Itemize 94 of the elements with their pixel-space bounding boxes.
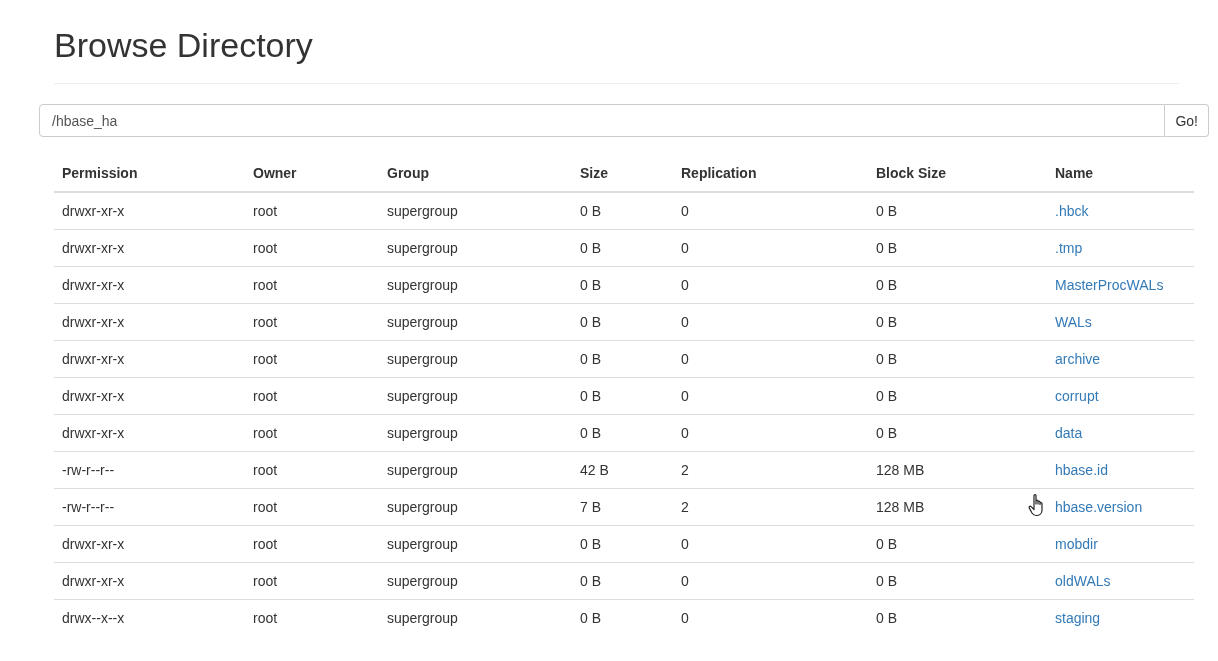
name-link[interactable]: hbase.version bbox=[1055, 499, 1143, 515]
size-cell: 0 B bbox=[580, 573, 601, 589]
replication-cell: 0 bbox=[681, 314, 689, 330]
block-size-cell: 0 B bbox=[876, 388, 897, 404]
name-link[interactable]: oldWALs bbox=[1055, 573, 1111, 589]
owner-cell: root bbox=[253, 351, 278, 367]
permission-cell: drwxr-xr-x bbox=[62, 240, 125, 256]
replication-cell: 0 bbox=[681, 610, 689, 626]
group-cell: supergroup bbox=[387, 573, 458, 589]
block-size-cell: 0 B bbox=[876, 314, 897, 330]
group-cell: supergroup bbox=[387, 536, 458, 552]
owner-cell: root bbox=[253, 610, 278, 626]
size-cell: 0 B bbox=[580, 277, 601, 293]
block-size-cell: 0 B bbox=[876, 351, 897, 367]
size-cell: 42 B bbox=[580, 462, 609, 478]
group-cell: supergroup bbox=[387, 351, 458, 367]
group-cell: supergroup bbox=[387, 240, 458, 256]
size-cell: 0 B bbox=[580, 203, 601, 219]
owner-cell: root bbox=[253, 499, 278, 515]
column-header: Name bbox=[1047, 155, 1194, 192]
name-link[interactable]: data bbox=[1055, 425, 1083, 441]
group-cell: supergroup bbox=[387, 314, 458, 330]
owner-cell: root bbox=[253, 277, 278, 293]
go-button[interactable]: Go! bbox=[1165, 104, 1209, 137]
column-header: Size bbox=[572, 155, 673, 192]
replication-cell: 0 bbox=[681, 536, 689, 552]
owner-cell: root bbox=[253, 314, 278, 330]
name-link[interactable]: mobdir bbox=[1055, 536, 1098, 552]
group-cell: supergroup bbox=[387, 388, 458, 404]
permission-cell: drwxr-xr-x bbox=[62, 573, 125, 589]
permission-cell: drwxr-xr-x bbox=[62, 425, 125, 441]
replication-cell: 0 bbox=[681, 277, 689, 293]
replication-cell: 0 bbox=[681, 351, 689, 367]
path-field[interactable]: /hbase_ha bbox=[39, 104, 1166, 137]
permission-cell: drwxr-xr-x bbox=[62, 203, 125, 219]
size-cell: 0 B bbox=[580, 314, 601, 330]
block-size-cell: 128 MB bbox=[876, 499, 925, 515]
replication-cell: 2 bbox=[681, 499, 689, 515]
block-size-cell: 0 B bbox=[876, 536, 897, 552]
name-link[interactable]: .hbck bbox=[1055, 203, 1089, 219]
name-link[interactable]: archive bbox=[1055, 351, 1101, 367]
block-size-cell: 0 B bbox=[876, 277, 897, 293]
name-link[interactable]: staging bbox=[1055, 610, 1101, 626]
name-link[interactable]: corrupt bbox=[1055, 388, 1099, 404]
block-size-cell: 0 B bbox=[876, 240, 897, 256]
block-size-cell: 0 B bbox=[876, 610, 897, 626]
group-cell: supergroup bbox=[387, 462, 458, 478]
replication-cell: 0 bbox=[681, 573, 689, 589]
replication-cell: 0 bbox=[681, 203, 689, 219]
name-link[interactable]: WALs bbox=[1055, 314, 1092, 330]
name-link[interactable]: .tmp bbox=[1055, 240, 1083, 256]
replication-cell: 0 bbox=[681, 425, 689, 441]
owner-cell: root bbox=[253, 388, 278, 404]
replication-cell: 2 bbox=[681, 462, 689, 478]
size-cell: 0 B bbox=[580, 610, 601, 626]
block-size-cell: 0 B bbox=[876, 425, 897, 441]
column-header: Permission bbox=[54, 155, 245, 192]
permission-cell: drwx--x--x bbox=[62, 610, 125, 626]
column-header: Block Size bbox=[868, 155, 1047, 192]
owner-cell: root bbox=[253, 240, 278, 256]
owner-cell: root bbox=[253, 203, 278, 219]
size-cell: 0 B bbox=[580, 240, 601, 256]
column-header: Owner bbox=[245, 155, 379, 192]
replication-cell: 0 bbox=[681, 240, 689, 256]
block-size-cell: 0 B bbox=[876, 203, 897, 219]
permission-cell: drwxr-xr-x bbox=[62, 388, 125, 404]
group-cell: supergroup bbox=[387, 425, 458, 441]
block-size-cell: 128 MB bbox=[876, 462, 925, 478]
group-cell: supergroup bbox=[387, 499, 458, 515]
group-cell: supergroup bbox=[387, 277, 458, 293]
size-cell: 0 B bbox=[580, 536, 601, 552]
block-size-cell: 0 B bbox=[876, 573, 897, 589]
column-header: Replication bbox=[673, 155, 868, 192]
permission-cell: drwxr-xr-x bbox=[62, 536, 125, 552]
permission-cell: -rw-r--r-- bbox=[62, 462, 115, 478]
size-cell: 0 B bbox=[580, 425, 601, 441]
permission-cell: -rw-r--r-- bbox=[62, 499, 115, 515]
owner-cell: root bbox=[253, 536, 278, 552]
replication-cell: 0 bbox=[681, 388, 689, 404]
size-cell: 7 B bbox=[580, 499, 601, 515]
name-link[interactable]: hbase.id bbox=[1055, 462, 1108, 478]
permission-cell: drwxr-xr-x bbox=[62, 277, 125, 293]
size-cell: 0 B bbox=[580, 388, 601, 404]
size-cell: 0 B bbox=[580, 351, 601, 367]
name-link[interactable]: MasterProcWALs bbox=[1055, 277, 1164, 293]
owner-cell: root bbox=[253, 425, 278, 441]
page-title: Browse Directory bbox=[53, 25, 314, 66]
permission-cell: drwxr-xr-x bbox=[62, 314, 125, 330]
group-cell: supergroup bbox=[387, 203, 458, 219]
owner-cell: root bbox=[253, 462, 278, 478]
group-cell: supergroup bbox=[387, 610, 458, 626]
column-header: Group bbox=[379, 155, 572, 192]
owner-cell: root bbox=[253, 573, 278, 589]
permission-cell: drwxr-xr-x bbox=[62, 351, 125, 367]
